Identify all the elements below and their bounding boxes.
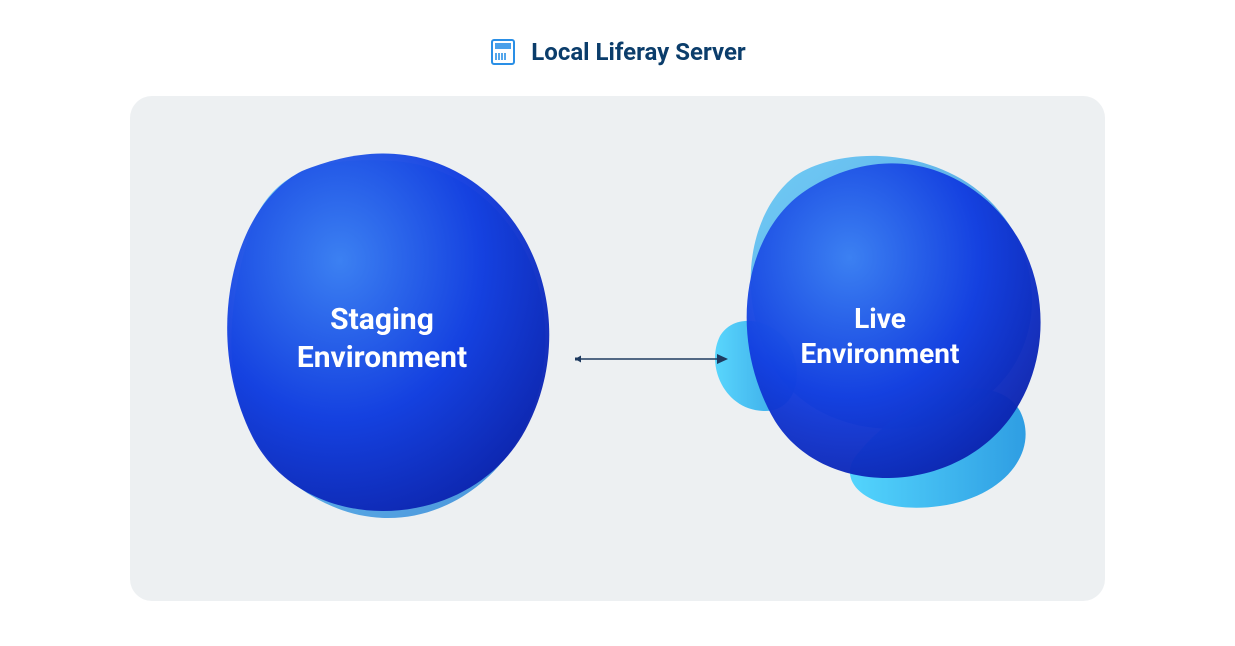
arrow-staging-to-live [575, 350, 730, 362]
diagram-panel: Staging Environment Live Environment [130, 96, 1105, 601]
node-staging-label: Staging Environment [252, 301, 512, 376]
node-staging-label-line1: Staging [330, 302, 434, 337]
node-live-label-line2: Environment [801, 337, 960, 370]
node-live-label-line1: Live [854, 302, 906, 335]
node-staging-label-line2: Environment [297, 340, 467, 375]
diagram-title: Local Liferay Server [531, 38, 745, 66]
diagram-title-row: Local Liferay Server [489, 38, 745, 66]
server-icon [489, 38, 517, 66]
node-live-label: Live Environment [750, 301, 1010, 371]
